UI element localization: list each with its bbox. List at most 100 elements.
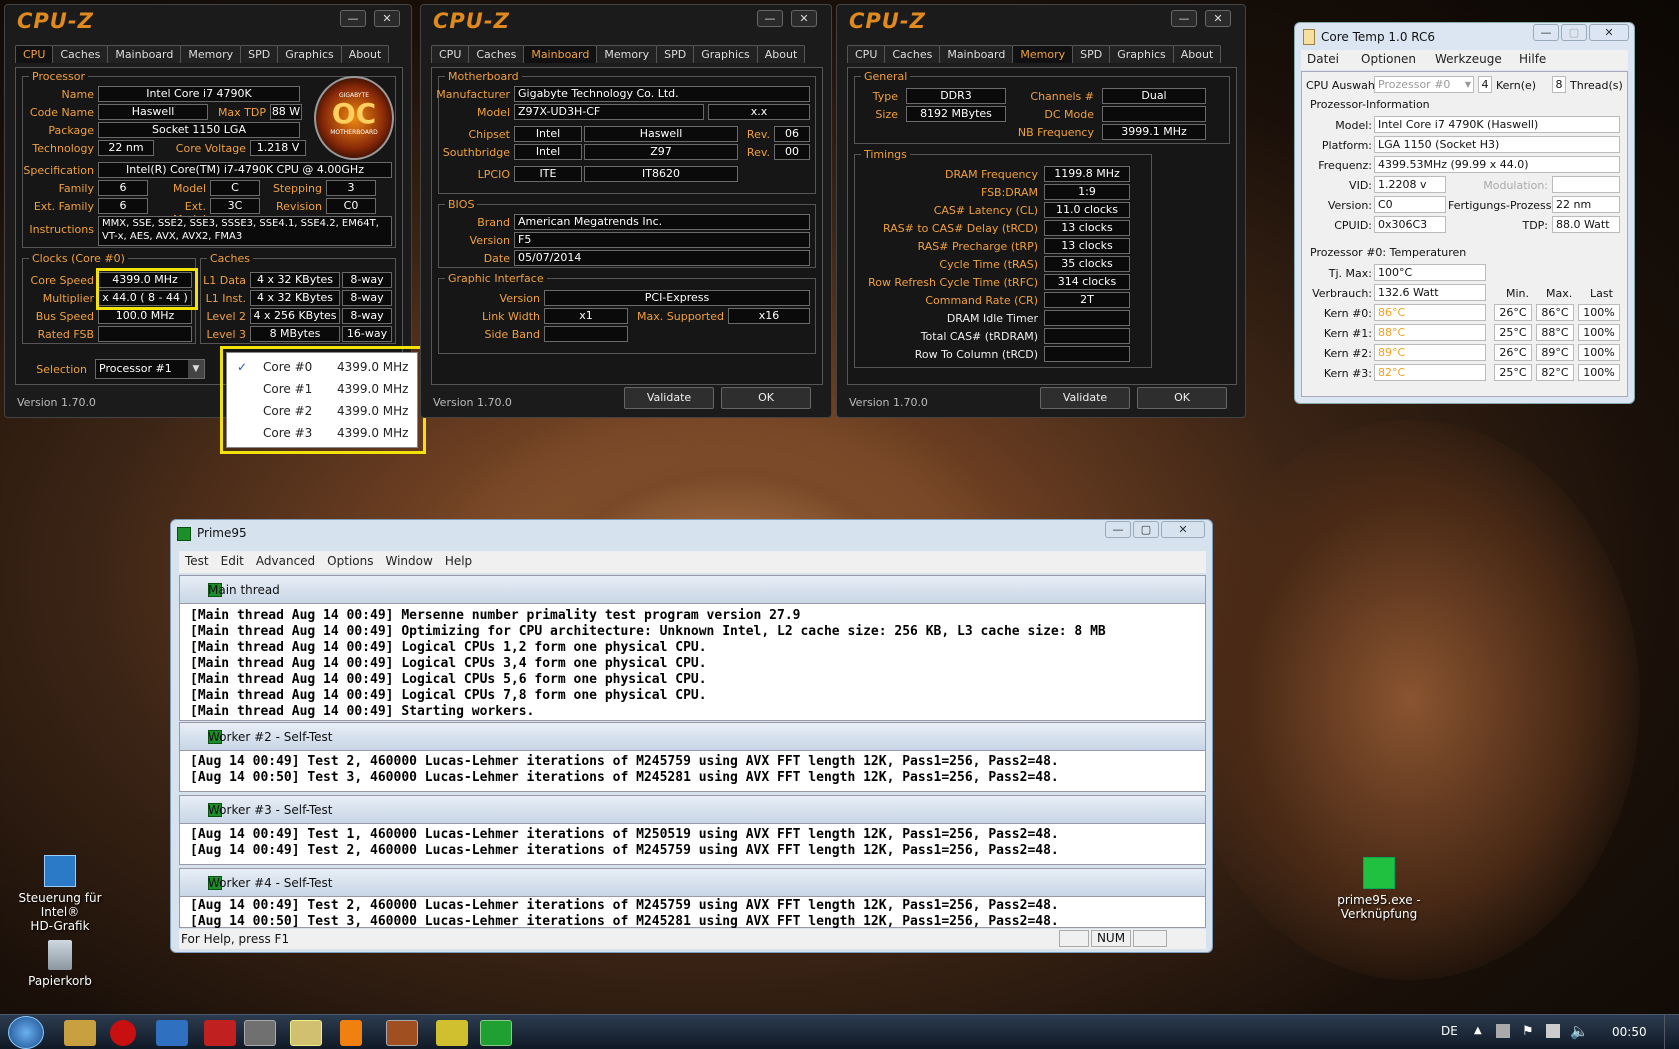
menu-datei[interactable]: Datei (1307, 52, 1339, 66)
explorer-taskbar-icon[interactable] (64, 1020, 96, 1046)
menu-advanced[interactable]: Advanced (250, 551, 321, 571)
display-tray-icon[interactable] (1546, 1024, 1560, 1038)
clock[interactable]: 00:50 (1612, 1025, 1647, 1039)
prime95-taskbar-icon[interactable] (480, 1020, 512, 1046)
model-label: Model (172, 182, 206, 195)
tab-spd[interactable]: SPD (656, 45, 695, 63)
volume-icon[interactable]: 🔈 (1570, 1022, 1589, 1040)
menu-hilfe[interactable]: Hilfe (1519, 52, 1546, 66)
core-item-3[interactable]: Core #3 4399.0 MHz (227, 423, 417, 445)
log-line: [Main thread Aug 14 00:49] Mersenne numb… (190, 608, 801, 623)
timing-value: 35 clocks (1044, 256, 1130, 272)
stepping-label: Stepping (272, 182, 322, 195)
tab-about[interactable]: About (340, 45, 390, 63)
tab-cpu[interactable]: CPU (431, 45, 470, 63)
core-temp-value: 86°C (1374, 304, 1486, 321)
l1i-way: 8-way (342, 290, 392, 306)
tab-graphics[interactable]: Graphics (693, 45, 758, 63)
ok-button[interactable]: OK (721, 387, 811, 409)
calculator-taskbar-icon[interactable] (244, 1020, 276, 1046)
menu-help[interactable]: Help (439, 551, 478, 571)
show-hidden-icons[interactable]: ▲ (1474, 1025, 1482, 1036)
menu-options[interactable]: Options (321, 551, 379, 571)
vlc-taskbar-icon[interactable] (340, 1020, 362, 1046)
tab-mainboard[interactable]: Mainboard (523, 45, 598, 63)
minimize-button[interactable]: — (1105, 521, 1131, 538)
tab-memory[interactable]: Memory (596, 45, 658, 63)
chipset-label: Chipset (468, 128, 510, 141)
validate-button[interactable]: Validate (624, 387, 714, 409)
close-button[interactable]: ✕ (1589, 24, 1629, 41)
core-temp-value: 89°C (1374, 344, 1486, 361)
tab-caches[interactable]: Caches (468, 45, 525, 63)
minimize-button[interactable]: — (1533, 24, 1559, 41)
chipset-rev-value: 06 (774, 126, 810, 142)
tab-cpu[interactable]: CPU (847, 45, 886, 63)
start-button[interactable] (8, 1016, 44, 1049)
model-value: C (210, 180, 260, 196)
minimize-button[interactable]: — (340, 10, 366, 27)
ok-button[interactable]: OK (1137, 387, 1227, 409)
acrobat-taskbar-icon[interactable] (204, 1020, 236, 1046)
action-center-flag-icon[interactable]: ⚑ (1522, 1024, 1534, 1039)
core-temp-value: 82°C (1374, 364, 1486, 381)
close-button[interactable]: ✕ (1205, 10, 1231, 27)
rated-fsb-label: Rated FSB (37, 328, 94, 341)
tab-about[interactable]: About (1172, 45, 1222, 63)
tab-caches[interactable]: Caches (884, 45, 941, 63)
coretemp-taskbar-icon[interactable] (386, 1020, 418, 1046)
cpuz-taskbar-icon[interactable] (290, 1020, 322, 1046)
close-button[interactable]: ✕ (791, 10, 817, 27)
tab-caches[interactable]: Caches (52, 45, 109, 63)
tab-graphics[interactable]: Graphics (277, 45, 342, 63)
type-value: DDR3 (906, 88, 1006, 104)
close-button[interactable]: ✕ (1161, 521, 1205, 538)
tab-memory[interactable]: Memory (180, 45, 242, 63)
language-indicator[interactable]: DE (1441, 1024, 1458, 1038)
tab-cpu[interactable]: CPU (15, 45, 54, 63)
processor-select[interactable]: Processor #1 ▼ (95, 359, 205, 379)
model-label: Model (476, 106, 510, 119)
maximize-button[interactable]: ▢ (1133, 521, 1159, 538)
log-line: [Aug 14 00:49] Test 2, 460000 Lucas-Lehm… (190, 843, 1059, 858)
network-taskbar-icon[interactable] (156, 1020, 188, 1046)
timing-value (1044, 310, 1130, 326)
validate-button[interactable]: Validate (1040, 387, 1130, 409)
tab-about[interactable]: About (756, 45, 806, 63)
menu-window[interactable]: Window (379, 551, 438, 571)
tab-memory[interactable]: Memory (1012, 45, 1074, 63)
close-button[interactable]: ✕ (374, 10, 400, 27)
desktop-icon-prime95[interactable]: prime95.exe - Verknüpfung (1332, 857, 1426, 921)
notes-taskbar-icon[interactable] (436, 1020, 468, 1046)
cpuz-logo: CPU-Z (433, 9, 510, 33)
desktop-icon-intel-graphics[interactable]: Steuerung für Intel® HD-Grafik (2, 855, 118, 933)
core-load: 100% (1578, 324, 1620, 341)
cpu-select[interactable]: Prozessor #0 ▼ (1374, 76, 1474, 93)
opera-taskbar-icon[interactable] (110, 1020, 136, 1046)
tab-graphics[interactable]: Graphics (1109, 45, 1174, 63)
desktop-icon-recycle-bin[interactable]: Papierkorb (20, 940, 100, 988)
show-desktop-button[interactable] (1664, 1015, 1678, 1049)
tab-mainboard[interactable]: Mainboard (939, 45, 1014, 63)
core-item-0[interactable]: ✓ Core #0 4399.0 MHz (227, 357, 417, 379)
menu-test[interactable]: Test (179, 551, 215, 571)
tab-spd[interactable]: SPD (240, 45, 279, 63)
menu-edit[interactable]: Edit (215, 551, 250, 571)
minimize-button[interactable]: — (757, 10, 783, 27)
maximize-button[interactable]: ▢ (1561, 24, 1587, 41)
tab-mainboard[interactable]: Mainboard (107, 45, 182, 63)
pane-title: Main thread (208, 583, 280, 597)
codename-value: Haswell (98, 104, 208, 120)
core-item-2[interactable]: Core #2 4399.0 MHz (227, 401, 417, 423)
tab-spd[interactable]: SPD (1072, 45, 1111, 63)
menu-werkzeuge[interactable]: Werkzeuge (1435, 52, 1502, 66)
bios-date-value: 05/07/2014 (514, 250, 810, 266)
l2-value: 4 x 256 KBytes (250, 308, 340, 324)
minimize-button[interactable]: — (1171, 10, 1197, 27)
core-speed-label: Core Speed (30, 274, 94, 287)
max-header: Max. (1546, 287, 1573, 300)
chipset-rev-label: Rev. (746, 128, 770, 141)
menu-optionen[interactable]: Optionen (1361, 52, 1416, 66)
core-item-1[interactable]: Core #1 4399.0 MHz (227, 379, 417, 401)
network-tray-icon[interactable] (1496, 1024, 1510, 1038)
